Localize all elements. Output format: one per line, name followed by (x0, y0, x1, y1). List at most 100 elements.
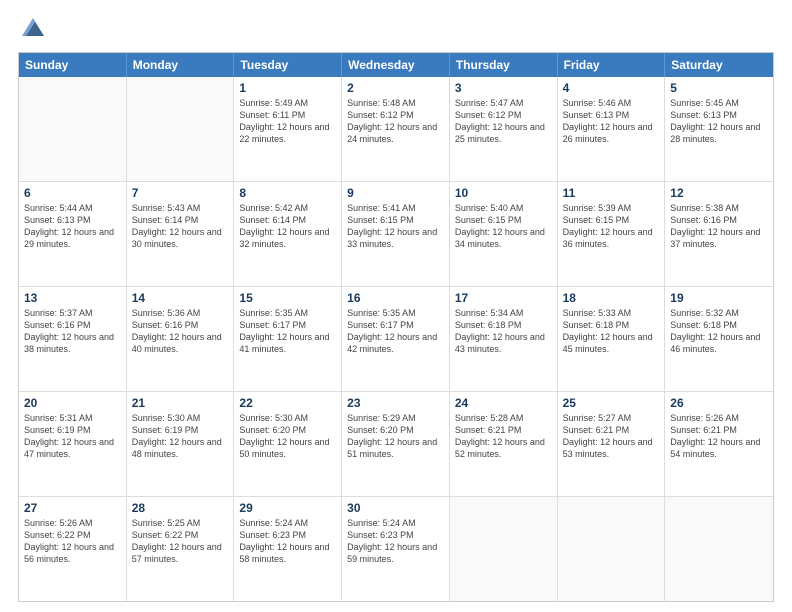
calendar-cell: 22Sunrise: 5:30 AM Sunset: 6:20 PM Dayli… (234, 392, 342, 496)
cell-day-number: 8 (239, 186, 336, 200)
cell-info: Sunrise: 5:43 AM Sunset: 6:14 PM Dayligh… (132, 202, 229, 251)
calendar-cell (127, 77, 235, 181)
cell-info: Sunrise: 5:49 AM Sunset: 6:11 PM Dayligh… (239, 97, 336, 146)
cell-info: Sunrise: 5:33 AM Sunset: 6:18 PM Dayligh… (563, 307, 660, 356)
cell-day-number: 26 (670, 396, 768, 410)
calendar-cell (558, 497, 666, 601)
cell-info: Sunrise: 5:38 AM Sunset: 6:16 PM Dayligh… (670, 202, 768, 251)
cell-day-number: 4 (563, 81, 660, 95)
cell-day-number: 27 (24, 501, 121, 515)
calendar-cell: 11 Sunrise: 5:39 AM Sunset: 6:15 PM Dayli… (558, 182, 666, 286)
calendar-cell: 20 Sunrise: 5:31 AM Sunset: 6:19 PM Dayli… (19, 392, 127, 496)
cell-info: Sunrise: 5:24 AM Sunset: 6:23 PM Dayligh… (347, 517, 444, 566)
calendar-cell: 9 Sunrise: 5:41 AM Sunset: 6:15 PM Daylig… (342, 182, 450, 286)
calendar-row: 6 Sunrise: 5:44 AM Sunset: 6:13 PM Daylig… (19, 182, 773, 287)
cell-info: Sunrise: 5:28 AM Sunset: 6:21 PM Dayligh… (455, 412, 552, 461)
cell-info: Sunrise: 5:48 AM Sunset: 6:12 PM Dayligh… (347, 97, 444, 146)
cell-day-number: 28 (132, 501, 229, 515)
calendar-cell: 12Sunrise: 5:38 AM Sunset: 6:16 PM Dayli… (665, 182, 773, 286)
logo-text (18, 18, 44, 42)
calendar-row: 1 Sunrise: 5:49 AM Sunset: 6:11 PM Daylig… (19, 77, 773, 182)
calendar-cell: 5 Sunrise: 5:45 AM Sunset: 6:13 PM Daylig… (665, 77, 773, 181)
calendar-cell: 10 Sunrise: 5:40 AM Sunset: 6:15 PM Dayli… (450, 182, 558, 286)
cell-info: Sunrise: 5:30 AM Sunset: 6:20 PM Dayligh… (239, 412, 336, 461)
cell-day-number: 14 (132, 291, 229, 305)
calendar-cell: 25 Sunrise: 5:27 AM Sunset: 6:21 PM Dayli… (558, 392, 666, 496)
calendar-cell: 7 Sunrise: 5:43 AM Sunset: 6:14 PM Daylig… (127, 182, 235, 286)
calendar-cell: 21Sunrise: 5:30 AM Sunset: 6:19 PM Dayli… (127, 392, 235, 496)
cell-day-number: 1 (239, 81, 336, 95)
cell-day-number: 7 (132, 186, 229, 200)
cell-info: Sunrise: 5:37 AM Sunset: 6:16 PM Dayligh… (24, 307, 121, 356)
calendar-cell: 23 Sunrise: 5:29 AM Sunset: 6:20 PM Dayli… (342, 392, 450, 496)
day-header-thursday: Thursday (450, 53, 558, 77)
cell-info: Sunrise: 5:45 AM Sunset: 6:13 PM Dayligh… (670, 97, 768, 146)
calendar-cell: 16 Sunrise: 5:35 AM Sunset: 6:17 PM Dayli… (342, 287, 450, 391)
calendar-row: 20 Sunrise: 5:31 AM Sunset: 6:19 PM Dayli… (19, 392, 773, 497)
cell-info: Sunrise: 5:44 AM Sunset: 6:13 PM Dayligh… (24, 202, 121, 251)
cell-day-number: 19 (670, 291, 768, 305)
calendar-header: SundayMondayTuesdayWednesdayThursdayFrid… (19, 53, 773, 77)
cell-day-number: 6 (24, 186, 121, 200)
calendar-cell: 19 Sunrise: 5:32 AM Sunset: 6:18 PM Dayli… (665, 287, 773, 391)
calendar-cell: 13 Sunrise: 5:37 AM Sunset: 6:16 PM Dayli… (19, 287, 127, 391)
cell-day-number: 25 (563, 396, 660, 410)
cell-day-number: 18 (563, 291, 660, 305)
cell-info: Sunrise: 5:40 AM Sunset: 6:15 PM Dayligh… (455, 202, 552, 251)
cell-day-number: 23 (347, 396, 444, 410)
day-header-wednesday: Wednesday (342, 53, 450, 77)
logo (18, 18, 44, 42)
cell-info: Sunrise: 5:26 AM Sunset: 6:22 PM Dayligh… (24, 517, 121, 566)
calendar-cell: 26Sunrise: 5:26 AM Sunset: 6:21 PM Dayli… (665, 392, 773, 496)
calendar-row: 27 Sunrise: 5:26 AM Sunset: 6:22 PM Dayli… (19, 497, 773, 601)
page: SundayMondayTuesdayWednesdayThursdayFrid… (0, 0, 792, 612)
calendar-cell: 17 Sunrise: 5:34 AM Sunset: 6:18 PM Dayli… (450, 287, 558, 391)
calendar-cell: 1 Sunrise: 5:49 AM Sunset: 6:11 PM Daylig… (234, 77, 342, 181)
cell-info: Sunrise: 5:46 AM Sunset: 6:13 PM Dayligh… (563, 97, 660, 146)
calendar-cell: 2 Sunrise: 5:48 AM Sunset: 6:12 PM Daylig… (342, 77, 450, 181)
cell-day-number: 15 (239, 291, 336, 305)
day-header-friday: Friday (558, 53, 666, 77)
cell-info: Sunrise: 5:27 AM Sunset: 6:21 PM Dayligh… (563, 412, 660, 461)
cell-day-number: 16 (347, 291, 444, 305)
day-header-tuesday: Tuesday (234, 53, 342, 77)
calendar-cell: 29Sunrise: 5:24 AM Sunset: 6:23 PM Dayli… (234, 497, 342, 601)
calendar-cell: 6 Sunrise: 5:44 AM Sunset: 6:13 PM Daylig… (19, 182, 127, 286)
cell-day-number: 30 (347, 501, 444, 515)
day-header-monday: Monday (127, 53, 235, 77)
cell-day-number: 11 (563, 186, 660, 200)
cell-info: Sunrise: 5:34 AM Sunset: 6:18 PM Dayligh… (455, 307, 552, 356)
calendar-cell: 18 Sunrise: 5:33 AM Sunset: 6:18 PM Dayli… (558, 287, 666, 391)
cell-day-number: 13 (24, 291, 121, 305)
cell-info: Sunrise: 5:35 AM Sunset: 6:17 PM Dayligh… (347, 307, 444, 356)
cell-info: Sunrise: 5:47 AM Sunset: 6:12 PM Dayligh… (455, 97, 552, 146)
cell-day-number: 5 (670, 81, 768, 95)
calendar-cell: 14 Sunrise: 5:36 AM Sunset: 6:16 PM Dayli… (127, 287, 235, 391)
calendar-cell: 8 Sunrise: 5:42 AM Sunset: 6:14 PM Daylig… (234, 182, 342, 286)
cell-info: Sunrise: 5:31 AM Sunset: 6:19 PM Dayligh… (24, 412, 121, 461)
calendar-cell: 4 Sunrise: 5:46 AM Sunset: 6:13 PM Daylig… (558, 77, 666, 181)
cell-info: Sunrise: 5:42 AM Sunset: 6:14 PM Dayligh… (239, 202, 336, 251)
calendar-row: 13 Sunrise: 5:37 AM Sunset: 6:16 PM Dayli… (19, 287, 773, 392)
calendar-cell: 27 Sunrise: 5:26 AM Sunset: 6:22 PM Dayli… (19, 497, 127, 601)
calendar-cell: 24 Sunrise: 5:28 AM Sunset: 6:21 PM Dayli… (450, 392, 558, 496)
calendar-cell: 30 Sunrise: 5:24 AM Sunset: 6:23 PM Dayli… (342, 497, 450, 601)
cell-info: Sunrise: 5:41 AM Sunset: 6:15 PM Dayligh… (347, 202, 444, 251)
calendar-cell (19, 77, 127, 181)
cell-info: Sunrise: 5:39 AM Sunset: 6:15 PM Dayligh… (563, 202, 660, 251)
cell-day-number: 2 (347, 81, 444, 95)
cell-info: Sunrise: 5:29 AM Sunset: 6:20 PM Dayligh… (347, 412, 444, 461)
calendar-cell (450, 497, 558, 601)
day-header-sunday: Sunday (19, 53, 127, 77)
calendar-cell: 15Sunrise: 5:35 AM Sunset: 6:17 PM Dayli… (234, 287, 342, 391)
cell-day-number: 21 (132, 396, 229, 410)
header (18, 18, 774, 42)
calendar-cell: 3Sunrise: 5:47 AM Sunset: 6:12 PM Daylig… (450, 77, 558, 181)
cell-day-number: 17 (455, 291, 552, 305)
cell-day-number: 9 (347, 186, 444, 200)
cell-info: Sunrise: 5:36 AM Sunset: 6:16 PM Dayligh… (132, 307, 229, 356)
cell-day-number: 24 (455, 396, 552, 410)
cell-day-number: 10 (455, 186, 552, 200)
cell-day-number: 20 (24, 396, 121, 410)
cell-info: Sunrise: 5:32 AM Sunset: 6:18 PM Dayligh… (670, 307, 768, 356)
